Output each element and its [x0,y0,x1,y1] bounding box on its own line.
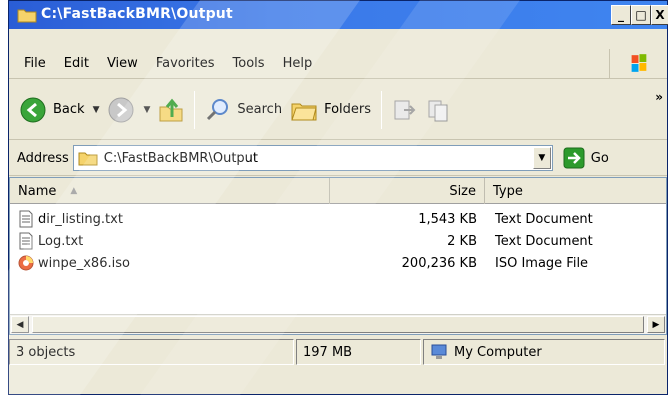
folders-label: Folders [324,102,372,117]
scroll-left-button[interactable]: ◀ [11,316,29,333]
menu-favorites[interactable]: Favorites [147,56,224,71]
folders-button[interactable]: Folders [286,88,375,132]
file-rows: dir_listing.txt 1,543 KB Text Document L… [10,208,666,274]
menu-tools[interactable]: Tools [224,56,274,71]
maximize-button[interactable]: □ [631,5,651,25]
column-type[interactable]: Type [485,178,666,204]
back-arrow-icon [20,97,46,122]
file-type: Text Document [495,211,593,227]
folders-icon [291,103,317,120]
text-file-icon [19,210,33,228]
title-bar[interactable]: C:\FastBackBMR\Output _ □ X [9,1,668,29]
go-button[interactable]: Go [563,147,609,169]
file-size: 2 KB [447,233,477,249]
file-row[interactable]: winpe_x86.iso 200,236 KB ISO Image File [10,252,666,274]
menu-edit[interactable]: Edit [55,56,98,71]
go-arrow-icon [563,147,585,169]
address-input[interactable]: C:\FastBackBMR\Output ▼ [72,145,553,171]
scrollbar-thumb[interactable] [32,316,644,333]
minimize-button[interactable]: _ [611,5,631,25]
window-title: C:\FastBackBMR\Output [41,6,233,22]
scroll-right-button[interactable]: ▶ [647,316,665,333]
column-header: Name ▲ Size Type [10,178,666,204]
search-label: Search [237,102,283,117]
status-location-label: My Computer [454,344,542,360]
address-dropdown-button[interactable]: ▼ [532,147,551,169]
file-name: winpe_x86.iso [38,255,130,271]
my-computer-icon [431,344,447,359]
menu-help[interactable]: Help [274,56,322,71]
horizontal-scrollbar[interactable]: ◀ ▶ [10,314,666,334]
column-name-label: Name [18,183,57,199]
status-total-size: 197 MB [296,339,421,365]
address-label: Address [17,150,69,166]
toolbar-separator [381,90,383,129]
forward-dropdown-icon[interactable]: ▼ [143,105,150,115]
menu-file[interactable]: File [15,56,55,71]
menu-view[interactable]: View [98,56,147,71]
file-row[interactable]: Log.txt 2 KB Text Document [10,230,666,252]
status-object-count: 3 objects [9,339,294,365]
status-location: My Computer [423,339,665,365]
toolbar-overflow-button[interactable]: » [655,90,663,104]
explorer-window: C:\FastBackBMR\Output _ □ X File Edit Vi… [8,0,668,395]
folder-icon [78,152,98,166]
address-bar: Address C:\FastBackBMR\Output ▼ Go [9,141,667,176]
file-name: dir_listing.txt [38,211,123,227]
status-bar: 3 objects 197 MB My Computer [9,337,667,367]
column-size-label: Size [449,183,476,199]
address-value: C:\FastBackBMR\Output [103,150,259,166]
move-to-icon [394,100,416,119]
move-to-button[interactable] [388,88,422,132]
column-size[interactable]: Size [330,178,485,204]
file-name: Log.txt [38,233,84,249]
toolbar-separator [194,90,196,129]
file-size: 1,543 KB [418,211,477,227]
column-type-label: Type [493,183,523,199]
forward-arrow-icon [108,97,134,122]
file-type: Text Document [495,233,593,249]
back-button[interactable]: Back ▼ [15,88,103,132]
file-size: 200,236 KB [401,255,477,271]
file-list[interactable]: Name ▲ Size Type dir_listing.txt 1,543 K… [9,177,667,335]
windows-logo-icon [609,49,647,79]
back-dropdown-icon[interactable]: ▼ [93,105,100,115]
text-file-icon [19,232,33,250]
up-folder-icon [159,98,183,121]
file-type: ISO Image File [495,255,589,271]
search-icon [207,98,229,120]
sort-ascending-icon: ▲ [70,186,78,196]
forward-button[interactable]: ▼ [103,88,154,132]
search-button[interactable]: Search [201,88,286,132]
copy-to-button[interactable] [422,88,456,132]
close-button[interactable]: X [651,5,668,25]
file-row[interactable]: dir_listing.txt 1,543 KB Text Document [10,208,666,230]
toolbar: Back ▼ ▼ Search Folders » [9,80,667,140]
folder-icon [17,9,37,23]
back-label: Back [53,102,85,117]
iso-file-icon [18,255,34,271]
menu-bar: File Edit View Favorites Tools Help [9,49,667,79]
go-label: Go [590,150,609,166]
column-name[interactable]: Name ▲ [10,178,330,204]
copy-to-icon [428,100,448,121]
up-folder-button[interactable] [154,88,188,132]
